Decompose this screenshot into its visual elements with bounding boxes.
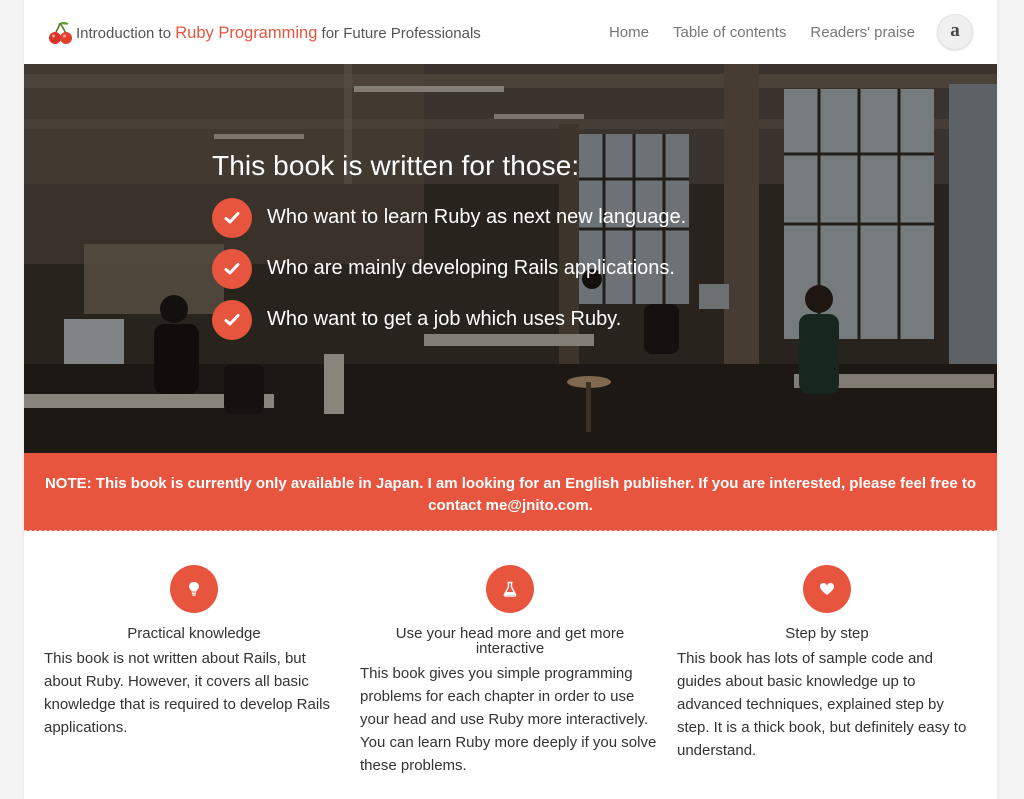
check-icon bbox=[212, 248, 252, 289]
site-header: Introduction to Ruby Programming for Fut… bbox=[24, 0, 997, 64]
hero-content: This book is written for those: Who want… bbox=[212, 150, 686, 345]
feature-step-by-step: Step by step This book has lots of sampl… bbox=[677, 565, 977, 762]
feature-title: Step by step bbox=[785, 625, 869, 642]
nav-readers-praise[interactable]: Readers' praise bbox=[810, 24, 915, 41]
feature-practical-knowledge: Practical knowledge This book is not wri… bbox=[44, 565, 344, 739]
check-icon bbox=[212, 197, 252, 238]
hero-section: This book is written for those: Who want… bbox=[24, 64, 997, 453]
amazon-icon: a bbox=[950, 20, 960, 41]
main-nav: Home Table of contents Readers' praise a bbox=[585, 14, 973, 50]
feature-title: Practical knowledge bbox=[127, 625, 261, 642]
feature-body: This book gives you simple programming p… bbox=[360, 665, 657, 774]
heart-icon bbox=[803, 565, 851, 613]
cherry-icon bbox=[49, 21, 72, 44]
page: Introduction to Ruby Programming for Fut… bbox=[24, 0, 997, 799]
check-icon bbox=[212, 299, 252, 340]
hero-heading: This book is written for those: bbox=[212, 150, 580, 181]
hero-item-text: Who want to learn Ruby as next new langu… bbox=[267, 206, 687, 228]
flask-icon bbox=[486, 565, 534, 613]
amazon-button[interactable]: a bbox=[937, 14, 973, 50]
feature-title: Use your head more and get more interact… bbox=[395, 625, 625, 657]
nav-table-of-contents[interactable]: Table of contents bbox=[673, 24, 786, 41]
site-logo[interactable]: Introduction to Ruby Programming for Fut… bbox=[48, 20, 481, 46]
lightbulb-icon bbox=[170, 565, 218, 613]
hero-item-text: Who want to get a job which uses Ruby. bbox=[267, 308, 622, 330]
site-title: Introduction to Ruby Programming for Fut… bbox=[76, 24, 481, 43]
site-title-accent: Ruby Programming bbox=[175, 23, 318, 42]
nav-home[interactable]: Home bbox=[609, 24, 649, 41]
site-title-suffix: for Future Professionals bbox=[317, 24, 481, 42]
hero-item-text: Who are mainly developing Rails applicat… bbox=[267, 257, 675, 279]
feature-use-your-head: Use your head more and get more interact… bbox=[360, 565, 660, 777]
hero-item: Who want to learn Ruby as next new langu… bbox=[212, 192, 686, 243]
feature-body: This book has lots of sample code and gu… bbox=[677, 650, 967, 759]
hero-item: Who want to get a job which uses Ruby. bbox=[212, 294, 686, 345]
feature-body: This book is not written about Rails, bu… bbox=[44, 650, 331, 736]
site-title-prefix: Introduction to bbox=[76, 24, 176, 42]
hero-item: Who are mainly developing Rails applicat… bbox=[212, 243, 686, 294]
notice-text: NOTE: This book is currently only availa… bbox=[44, 475, 977, 514]
publisher-notice: NOTE: This book is currently only availa… bbox=[24, 453, 997, 531]
